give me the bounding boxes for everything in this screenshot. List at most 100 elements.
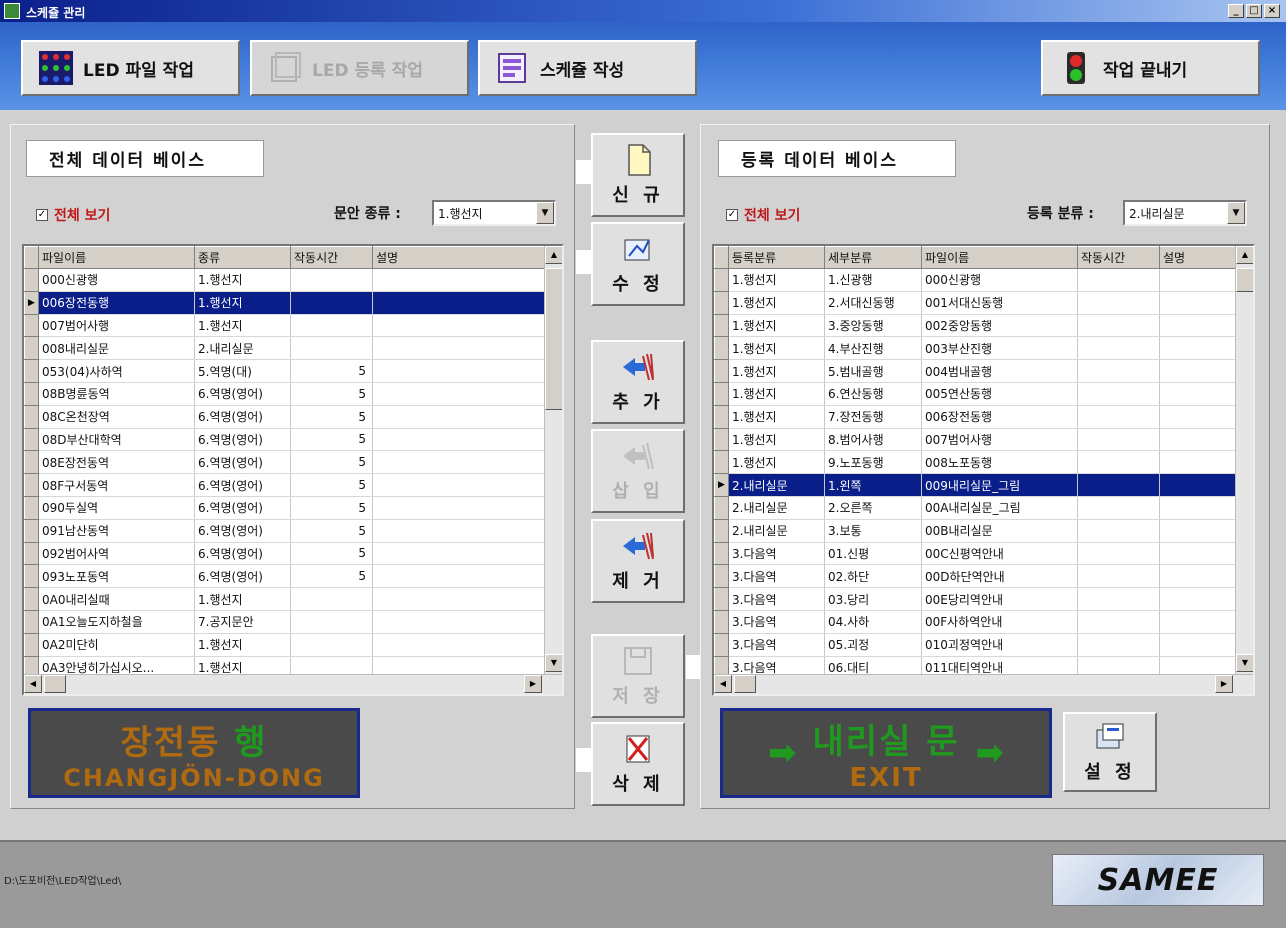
right-filter-select[interactable]: 2.내리실문 ▼ bbox=[1123, 200, 1247, 226]
row-indicator[interactable] bbox=[714, 450, 729, 475]
table-row[interactable]: 0A1오늘도지하철을 7.공지문안 bbox=[24, 609, 545, 634]
row-indicator[interactable]: ▶ bbox=[24, 290, 39, 315]
row-indicator[interactable] bbox=[714, 632, 729, 657]
scroll-thumb[interactable] bbox=[545, 268, 562, 410]
table-row[interactable]: 1.행선지 8.범어사행 007범어사행 bbox=[714, 427, 1236, 452]
row-indicator[interactable] bbox=[714, 518, 729, 543]
table-row[interactable]: 08F구서동역 6.역명(영어) 5 bbox=[24, 473, 545, 497]
right-horizontal-scrollbar[interactable]: ◀ ▶ bbox=[714, 674, 1253, 694]
table-row[interactable]: 08B명륜동역 6.역명(영어) 5 bbox=[24, 381, 545, 406]
table-row[interactable]: 1.행선지 3.중앙동행 002중앙동행 bbox=[714, 313, 1236, 338]
row-indicator[interactable] bbox=[24, 541, 39, 566]
col-header[interactable]: 작동시간 bbox=[290, 246, 373, 269]
row-indicator[interactable] bbox=[714, 587, 729, 611]
col-header[interactable]: 파일이름 bbox=[921, 246, 1078, 269]
col-header[interactable]: 설명 bbox=[1159, 246, 1236, 269]
exit-button[interactable]: 작업 끝내기 bbox=[1041, 40, 1260, 96]
row-indicator[interactable]: ▶ bbox=[714, 473, 729, 497]
table-row[interactable]: 0A2미단히 1.행선지 bbox=[24, 632, 545, 657]
row-indicator[interactable] bbox=[24, 381, 39, 406]
table-row[interactable]: 1.행선지 4.부산진행 003부산진행 bbox=[714, 336, 1236, 361]
table-row[interactable]: 091남산동역 6.역명(영어) 5 bbox=[24, 518, 545, 543]
table-row[interactable]: ▶ 2.내리실문 1.왼쪽 009내리실문_그림 bbox=[714, 473, 1236, 497]
row-indicator[interactable] bbox=[24, 336, 39, 361]
table-row[interactable]: 3.다음역 04.사하 00F사하역안내 bbox=[714, 609, 1236, 634]
col-header[interactable]: 세부분류 bbox=[824, 246, 922, 269]
row-indicator[interactable] bbox=[24, 427, 39, 452]
scroll-right-icon[interactable]: ▶ bbox=[524, 675, 542, 693]
left-vertical-scrollbar[interactable]: ▲ ▼ bbox=[544, 246, 562, 674]
table-row[interactable]: 007범어사행 1.행선지 bbox=[24, 313, 545, 338]
row-indicator[interactable] bbox=[714, 404, 729, 429]
schedule-button[interactable]: 스케쥴 작성 bbox=[478, 40, 697, 96]
table-row[interactable]: 093노포동역 6.역명(영어) 5 bbox=[24, 564, 545, 589]
row-indicator[interactable] bbox=[714, 290, 729, 315]
save-button[interactable]: 저 장 bbox=[591, 634, 685, 718]
table-row[interactable]: 090두실역 6.역명(영어) 5 bbox=[24, 495, 545, 520]
scroll-up-icon[interactable]: ▲ bbox=[1236, 246, 1253, 264]
row-indicator[interactable] bbox=[714, 609, 729, 634]
table-row[interactable]: 2.내리실문 3.보통 00B내리실문 bbox=[714, 518, 1236, 543]
table-row[interactable]: 1.행선지 9.노포동행 008노포동행 bbox=[714, 450, 1236, 475]
scroll-down-icon[interactable]: ▼ bbox=[545, 654, 562, 672]
table-row[interactable]: 092범어사역 6.역명(영어) 5 bbox=[24, 541, 545, 566]
left-show-all-checkbox[interactable]: ✓ 전체 보기 bbox=[36, 205, 110, 225]
row-indicator[interactable] bbox=[24, 632, 39, 657]
right-vertical-scrollbar[interactable]: ▲ ▼ bbox=[1235, 246, 1253, 674]
scroll-thumb[interactable] bbox=[44, 675, 66, 693]
remove-button[interactable]: 제 거 bbox=[591, 519, 685, 603]
row-indicator[interactable] bbox=[714, 564, 729, 589]
row-indicator[interactable] bbox=[714, 268, 729, 292]
delete-button[interactable]: 삭 제 bbox=[591, 722, 685, 806]
scroll-left-icon[interactable]: ◀ bbox=[714, 675, 732, 693]
table-row[interactable]: 08E장전동역 6.역명(영어) 5 bbox=[24, 450, 545, 475]
left-filter-select[interactable]: 1.행선지 ▼ bbox=[432, 200, 556, 226]
table-row[interactable]: 3.다음역 02.하단 00D하단역안내 bbox=[714, 564, 1236, 589]
table-row[interactable]: 08D부산대학역 6.역명(영어) 5 bbox=[24, 427, 545, 452]
scroll-left-icon[interactable]: ◀ bbox=[24, 675, 42, 693]
col-header[interactable]: 등록분류 bbox=[728, 246, 825, 269]
table-row[interactable]: 0A0내리실때 1.행선지 bbox=[24, 587, 545, 611]
table-row[interactable]: 000신광행 1.행선지 bbox=[24, 268, 545, 292]
scroll-right-icon[interactable]: ▶ bbox=[1215, 675, 1233, 693]
table-row[interactable]: ▶ 006장전동행 1.행선지 bbox=[24, 290, 545, 315]
minimize-button[interactable]: _ bbox=[1228, 4, 1244, 18]
row-indicator[interactable] bbox=[714, 495, 729, 520]
maximize-button[interactable]: □ bbox=[1246, 4, 1262, 18]
row-indicator[interactable] bbox=[714, 427, 729, 452]
row-indicator[interactable] bbox=[714, 336, 729, 361]
table-row[interactable]: 3.다음역 05.괴정 010괴정역안내 bbox=[714, 632, 1236, 657]
row-indicator[interactable] bbox=[714, 541, 729, 566]
table-row[interactable]: 3.다음역 03.당리 00E당리역안내 bbox=[714, 587, 1236, 611]
row-indicator[interactable] bbox=[714, 359, 729, 383]
row-indicator[interactable] bbox=[24, 587, 39, 611]
table-row[interactable]: 1.행선지 1.신광행 000신광행 bbox=[714, 268, 1236, 292]
row-indicator[interactable] bbox=[24, 564, 39, 589]
edit-button[interactable]: 수 정 bbox=[591, 222, 685, 306]
row-indicator[interactable] bbox=[24, 450, 39, 475]
row-indicator[interactable] bbox=[24, 609, 39, 634]
table-row[interactable]: 1.행선지 7.장전동행 006장전동행 bbox=[714, 404, 1236, 429]
add-button[interactable]: 추 가 bbox=[591, 340, 685, 424]
chevron-down-icon[interactable]: ▼ bbox=[1227, 202, 1245, 224]
right-show-all-checkbox[interactable]: ✓ 전체 보기 bbox=[726, 205, 800, 225]
insert-button[interactable]: 삽 입 bbox=[591, 429, 685, 513]
col-header[interactable]: 파일이름 bbox=[38, 246, 195, 269]
settings-button[interactable]: 설 정 bbox=[1063, 712, 1157, 792]
row-indicator[interactable] bbox=[714, 313, 729, 338]
col-header[interactable]: 작동시간 bbox=[1077, 246, 1160, 269]
scroll-up-icon[interactable]: ▲ bbox=[545, 246, 562, 264]
row-indicator[interactable] bbox=[24, 473, 39, 497]
close-button[interactable]: × bbox=[1264, 4, 1280, 18]
row-indicator[interactable] bbox=[24, 518, 39, 543]
left-horizontal-scrollbar[interactable]: ◀ ▶ bbox=[24, 674, 562, 694]
table-row[interactable]: 3.다음역 01.신평 00C신평역안내 bbox=[714, 541, 1236, 566]
table-row[interactable]: 1.행선지 5.범내골행 004범내골행 bbox=[714, 359, 1236, 383]
table-row[interactable]: 008내리실문 2.내리실문 bbox=[24, 336, 545, 361]
scroll-thumb[interactable] bbox=[1236, 268, 1253, 292]
row-indicator[interactable] bbox=[24, 495, 39, 520]
col-header[interactable]: 설명 bbox=[372, 246, 545, 269]
table-row[interactable]: 053(04)사하역 5.역명(대) 5 bbox=[24, 359, 545, 383]
table-row[interactable]: 08C온천장역 6.역명(영어) 5 bbox=[24, 404, 545, 429]
new-button[interactable]: 신 규 bbox=[591, 133, 685, 217]
